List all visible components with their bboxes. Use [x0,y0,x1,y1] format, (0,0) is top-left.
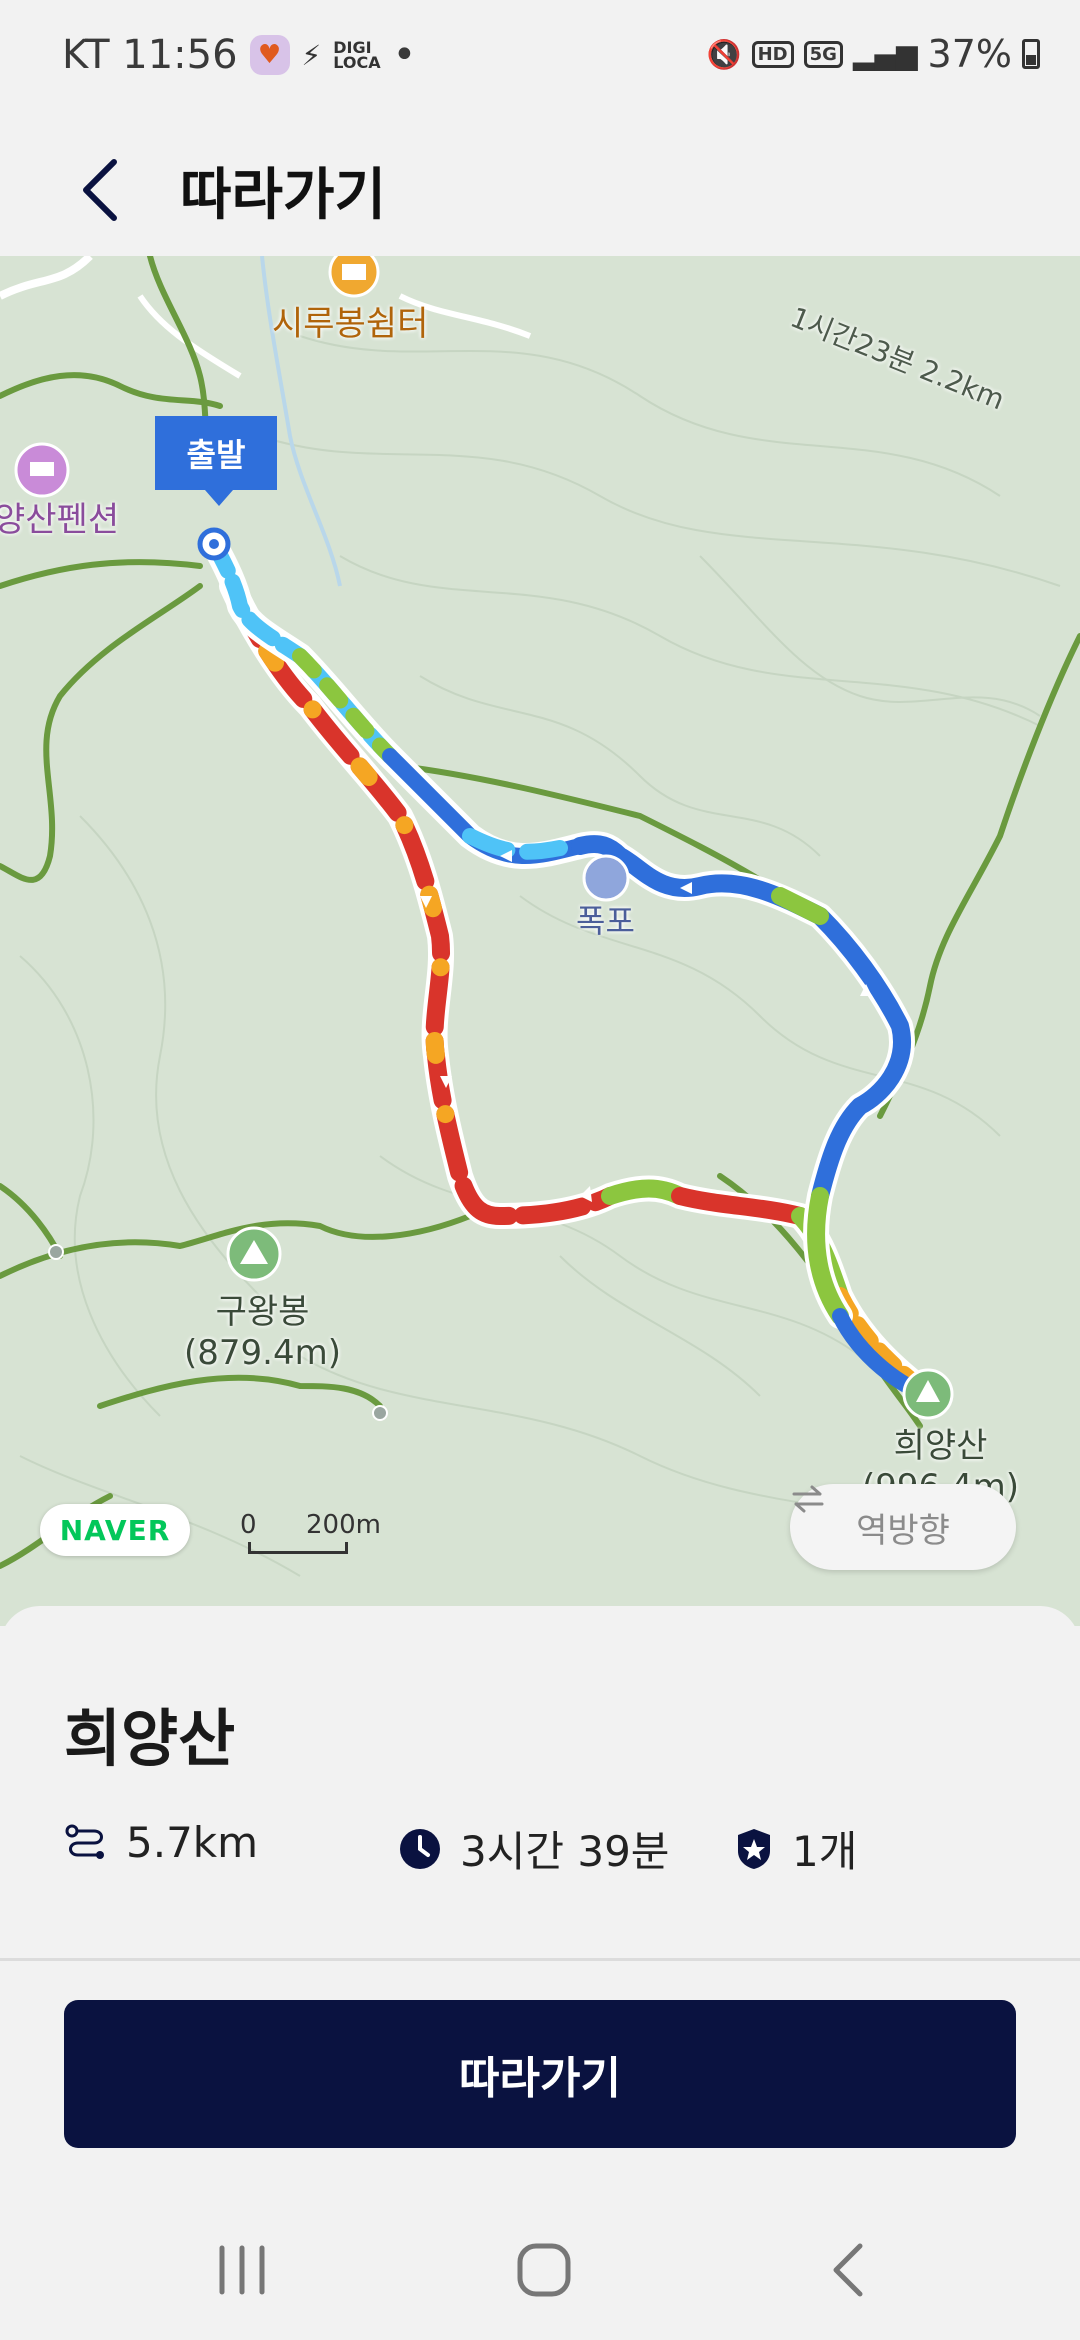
notification-dot: • [392,32,417,78]
waterfall-label[interactable]: 폭포 [576,896,635,942]
reverse-direction-button[interactable]: 역방향 [790,1484,1016,1570]
stat-duration: 3시간 39분 [398,1818,669,1879]
digiloca-text: DIGI LOCA [333,38,381,72]
flash-icon: ⚡ [301,38,322,72]
status-bar: KT 11:56 ♥ ⚡ DIGI LOCA • 🔇 HD 5G ▂▄▆ 37% [0,0,1080,120]
pension-label[interactable]: 양산펜션 [0,492,119,541]
follow-button[interactable]: 따라가기 [64,2000,1016,2148]
mute-icon: 🔇 [706,37,742,71]
battery-icon [1022,39,1040,69]
peak1-name: 구왕봉 [215,1292,310,1332]
back-button[interactable] [70,150,130,230]
peak2-name: 희양산 [893,1426,988,1466]
system-nav-bar [0,2190,1080,2340]
home-button[interactable] [484,2230,604,2310]
peak-label-guwangbong[interactable]: 구왕봉 (879.4m) [184,1284,341,1373]
home-icon [517,2243,571,2297]
clock-icon [400,1828,440,1869]
stat-distance: 5.7km [64,1818,258,1867]
system-back-button[interactable] [790,2230,910,2310]
battery-percent: 37% [927,32,1012,76]
peak1-elevation: (879.4m) [184,1333,341,1373]
status-right: 🔇 HD 5G ▂▄▆ 37% [707,32,1040,76]
route-map[interactable]: 시루봉쉼터 양산펜션 폭포 구왕봉 (879.4m) 희양산 (996.4m) … [0,256,1080,1626]
stamp-badge-icon [738,1828,770,1869]
reverse-direction-label: 역방향 [856,1510,950,1551]
distance-icon [65,1824,104,1859]
swap-arrows-icon [792,1485,824,1513]
status-left: KT 11:56 ♥ ⚡ DIGI LOCA • [62,32,416,78]
map-scale: 0 200m [240,1510,400,1556]
route-info-card: 희양산 5.7km 3시간 39분 1개 [0,1606,1080,1960]
back-arrow-icon [83,159,117,221]
scale-label: 200m [306,1510,381,1540]
hd-badge: HD [751,40,794,68]
stat-stamps: 1개 [734,1818,857,1879]
recent-apps-icon [219,2245,265,2295]
start-flag: 출발 [155,416,277,506]
recent-apps-button[interactable] [182,2230,302,2310]
section-divider [0,1958,1080,1961]
network-type-badge: 5G [803,40,843,68]
distance-value: 5.7km [126,1818,259,1867]
carrier-time: KT 11:56 [62,32,238,78]
naver-logo: NAVER [40,1504,190,1556]
route-name: 희양산 [64,1702,236,1775]
shelter-label[interactable]: 시루봉쉼터 [272,296,428,345]
stamps-value: 1개 [792,1827,858,1876]
back-icon [833,2243,863,2297]
heart-app-icon: ♥ [249,35,290,75]
route-stats: 5.7km 3시간 39분 1개 [64,1818,1024,1878]
signal-icon: ▂▄▆ [852,37,918,71]
app-header: 따라가기 [0,120,1080,256]
scale-bar [248,1542,348,1554]
duration-value: 3시간 39분 [460,1827,670,1876]
page-title: 따라가기 [180,163,387,228]
scale-zero: 0 [240,1510,257,1540]
